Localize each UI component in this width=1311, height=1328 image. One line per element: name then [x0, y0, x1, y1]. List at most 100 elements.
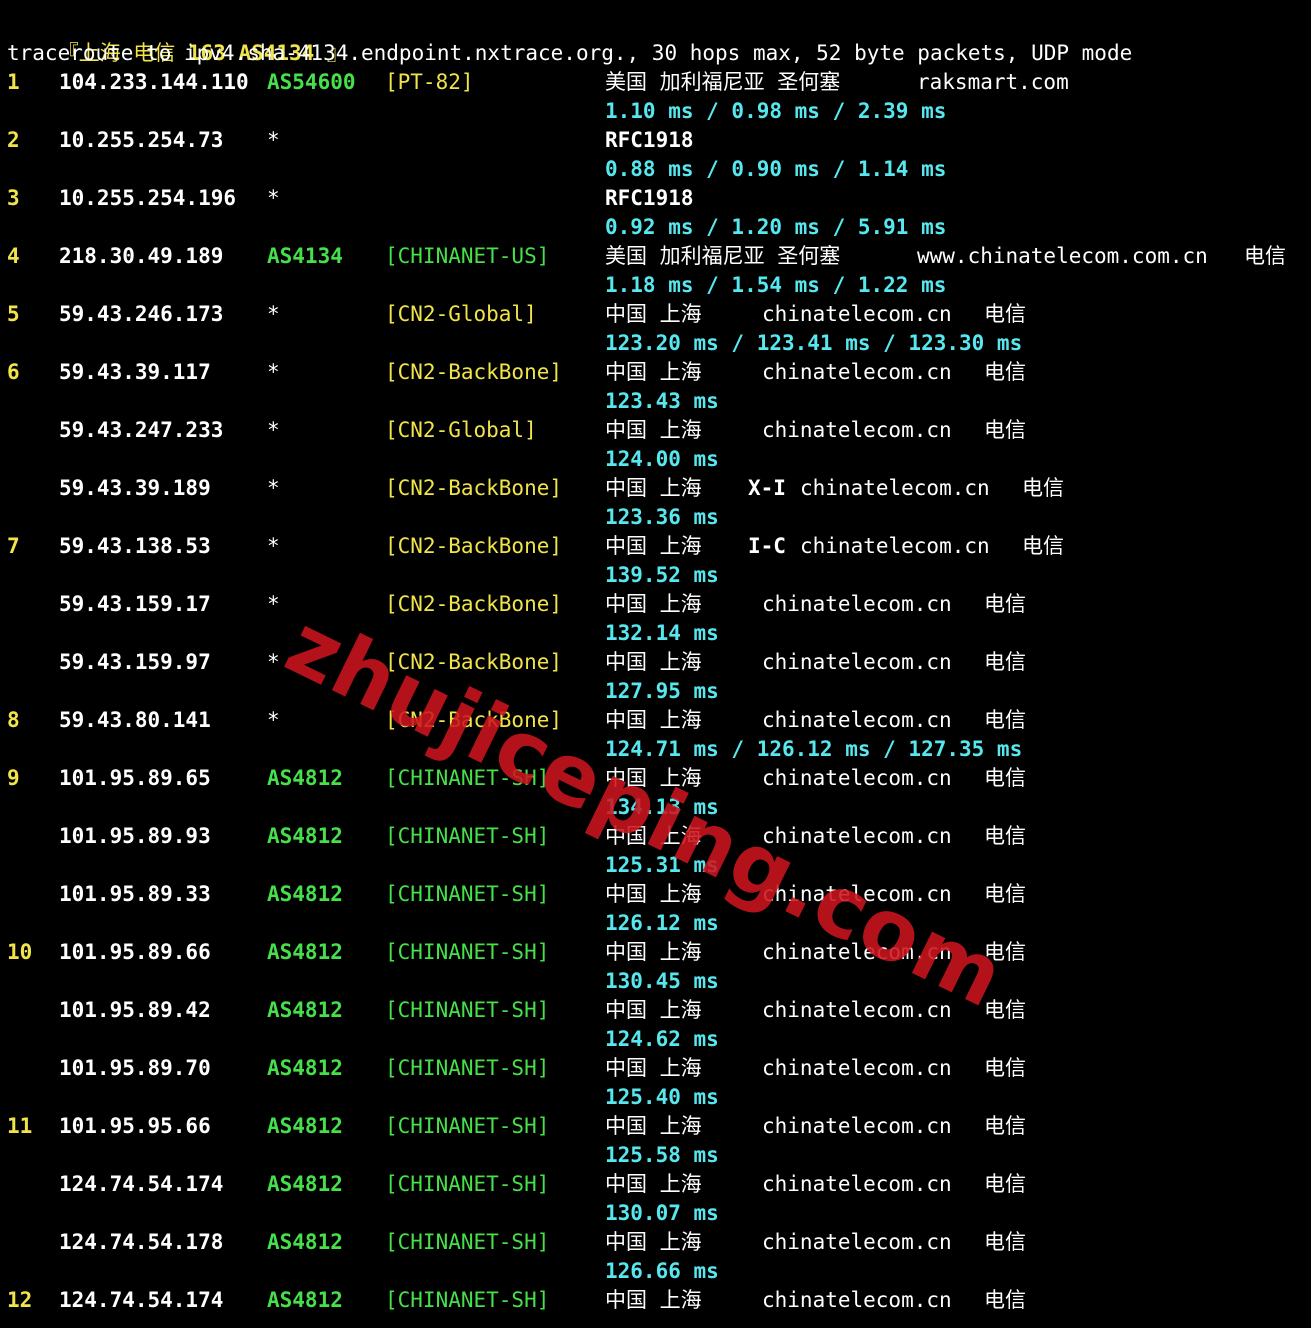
hop-isp: 电信 — [1022, 476, 1064, 500]
hop-ip: 10.255.254.73 — [59, 128, 224, 152]
hop-row: 12 124.74.54.174 AS4812 [CHINANET-SH] 中国 上海 c… — [7, 1286, 1307, 1315]
hop-hostname: chinatelecom.cn — [800, 476, 990, 500]
header-line: 『上海 电信 163 AS4134 』 — [7, 10, 348, 65]
hop-isp: 电信 — [984, 1288, 1026, 1312]
hop-row: 101.95.89.42 AS4812 [CHINANET-SH] 中国 上海 chin… — [7, 996, 1307, 1025]
hop-isp: 电信 — [984, 766, 1026, 790]
hop-geo: 中国 上海 — [605, 650, 702, 674]
hop-hostname: www.chinatelecom.com.cn — [917, 244, 1208, 268]
hop-isp: 电信 — [984, 882, 1026, 906]
hop-row: 59.43.247.233 * [CN2-Global] 中国 上海 chinatele… — [7, 416, 1307, 445]
hop-network: [CN2-Global] — [385, 302, 537, 326]
hop-number: 2 — [7, 128, 20, 152]
hop-network: [CHINANET-SH] — [385, 1172, 550, 1196]
hop-latency: 132.14 ms — [605, 621, 719, 645]
hop-hostname: chinatelecom.cn — [762, 418, 952, 442]
hop-hostname: RFC1918 — [605, 128, 694, 152]
hop-asn: AS4812 — [267, 766, 343, 790]
hop-ip: 101.95.89.66 — [59, 940, 211, 964]
hop-number: 12 — [7, 1288, 33, 1312]
hop-number: 10 — [7, 940, 33, 964]
hop-asn: * — [267, 592, 280, 616]
hop-asn: * — [267, 302, 280, 326]
hop-latency: 124.62 ms — [605, 1027, 719, 1051]
hop-number: 9 — [7, 766, 20, 790]
hop-ip: 59.43.246.173 — [59, 302, 224, 326]
hop-geo: 中国 上海 — [605, 476, 702, 500]
hop-network: [CN2-BackBone] — [385, 708, 563, 732]
hop-geo: 中国 上海 — [605, 360, 702, 384]
hop-row: 3 10.255.254.196 * RFC1918 — [7, 184, 1307, 213]
hop-asn: AS4812 — [267, 998, 343, 1022]
hop-ip: 124.74.54.178 — [59, 1230, 224, 1254]
hop-network: [CN2-BackBone] — [385, 592, 563, 616]
hop-geo: 中国 上海 — [605, 418, 702, 442]
hop-row: 101.95.89.33 AS4812 [CHINANET-SH] 中国 上海 chin… — [7, 880, 1307, 909]
hop-geo: 中国 上海 — [605, 1172, 702, 1196]
hop-hostname: chinatelecom.cn — [762, 650, 952, 674]
hop-geo: 中国 上海 — [605, 940, 702, 964]
hop-row: 4 218.30.49.189 AS4134 [CHINANET-US] 美国 加利福尼… — [7, 242, 1307, 271]
hop-isp: 电信 — [984, 1172, 1026, 1196]
hop-row: 5 59.43.246.173 * [CN2-Global] 中国 上海 chinatel… — [7, 300, 1307, 329]
hop-ip: 59.43.39.189 — [59, 476, 211, 500]
hop-asn: AS4812 — [267, 1288, 343, 1312]
hop-geo: 中国 上海 — [605, 766, 702, 790]
hop-hostname: chinatelecom.cn — [762, 1288, 952, 1312]
hop-hostname: RFC1918 — [605, 186, 694, 210]
hop-network: [PT-82] — [385, 70, 474, 94]
hop-number: 7 — [7, 534, 20, 558]
hop-latency: 1.10 ms / 0.98 ms / 2.39 ms — [605, 99, 947, 123]
hop-number: 4 — [7, 244, 20, 268]
hop-ip: 101.95.89.33 — [59, 882, 211, 906]
hop-network: [CHINANET-SH] — [385, 1056, 550, 1080]
hop-asn: AS4812 — [267, 1172, 343, 1196]
hop-latency: 124.71 ms / 126.12 ms / 127.35 ms — [605, 737, 1023, 761]
hop-latency: 1.18 ms / 1.54 ms / 1.22 ms — [605, 273, 947, 297]
hop-network: [CHINANET-SH] — [385, 998, 550, 1022]
hop-geo: 美国 加利福尼亚 圣何塞 — [605, 244, 841, 268]
hop-row: 8 59.43.80.141 * [CN2-BackBone] 中国 上海 chinate… — [7, 706, 1307, 735]
hop-geo: 中国 上海 — [605, 534, 702, 558]
hop-hostname: chinatelecom.cn — [762, 708, 952, 732]
hop-isp: 电信 — [1244, 244, 1286, 268]
hop-latency: 130.07 ms — [605, 1201, 719, 1225]
hop-asn: AS4812 — [267, 1230, 343, 1254]
hop-row: 124.74.54.174 AS4812 [CHINANET-SH] 中国 上海 chi… — [7, 1170, 1307, 1199]
hop-asn: * — [267, 128, 280, 152]
hop-ip: 124.74.54.174 — [59, 1172, 224, 1196]
hop-network: [CHINANET-SH] — [385, 824, 550, 848]
hop-latency: 139.52 ms — [605, 563, 719, 587]
hop-latency: 125.31 ms — [605, 853, 719, 877]
hop-asn: AS4812 — [267, 940, 343, 964]
hop-ip: 59.43.80.141 — [59, 708, 211, 732]
hop-number: 6 — [7, 360, 20, 384]
hop-ip: 59.43.159.17 — [59, 592, 211, 616]
hop-isp: 电信 — [984, 650, 1026, 674]
hop-number: 5 — [7, 302, 20, 326]
hop-ip: 10.255.254.196 — [59, 186, 237, 210]
hop-tag: X-I — [748, 476, 786, 500]
hop-isp: 电信 — [984, 1230, 1026, 1254]
hop-number: 1 — [7, 70, 20, 94]
hop-number: 8 — [7, 708, 20, 732]
hop-network: [CN2-BackBone] — [385, 534, 563, 558]
hop-ip: 218.30.49.189 — [59, 244, 224, 268]
hop-row: 124.74.54.178 AS4812 [CHINANET-SH] 中国 上海 chi… — [7, 1228, 1307, 1257]
hop-number: 3 — [7, 186, 20, 210]
hop-geo: 中国 上海 — [605, 1114, 702, 1138]
hop-asn: AS4812 — [267, 1056, 343, 1080]
hop-isp: 电信 — [984, 592, 1026, 616]
hop-geo: 美国 加利福尼亚 圣何塞 — [605, 70, 841, 94]
hop-network: [CHINANET-SH] — [385, 766, 550, 790]
hop-ip: 59.43.138.53 — [59, 534, 211, 558]
hop-hostname: chinatelecom.cn — [762, 824, 952, 848]
hop-latency: 123.43 ms — [605, 389, 719, 413]
hop-geo: 中国 上海 — [605, 592, 702, 616]
hop-latency: 123.36 ms — [605, 505, 719, 529]
hop-network: [CN2-BackBone] — [385, 650, 563, 674]
hop-row: 10 101.95.89.66 AS4812 [CHINANET-SH] 中国 上海 ch… — [7, 938, 1307, 967]
hop-hostname: chinatelecom.cn — [762, 302, 952, 326]
hop-asn: * — [267, 418, 280, 442]
hop-row: 59.43.159.97 * [CN2-BackBone] 中国 上海 chinatel… — [7, 648, 1307, 677]
